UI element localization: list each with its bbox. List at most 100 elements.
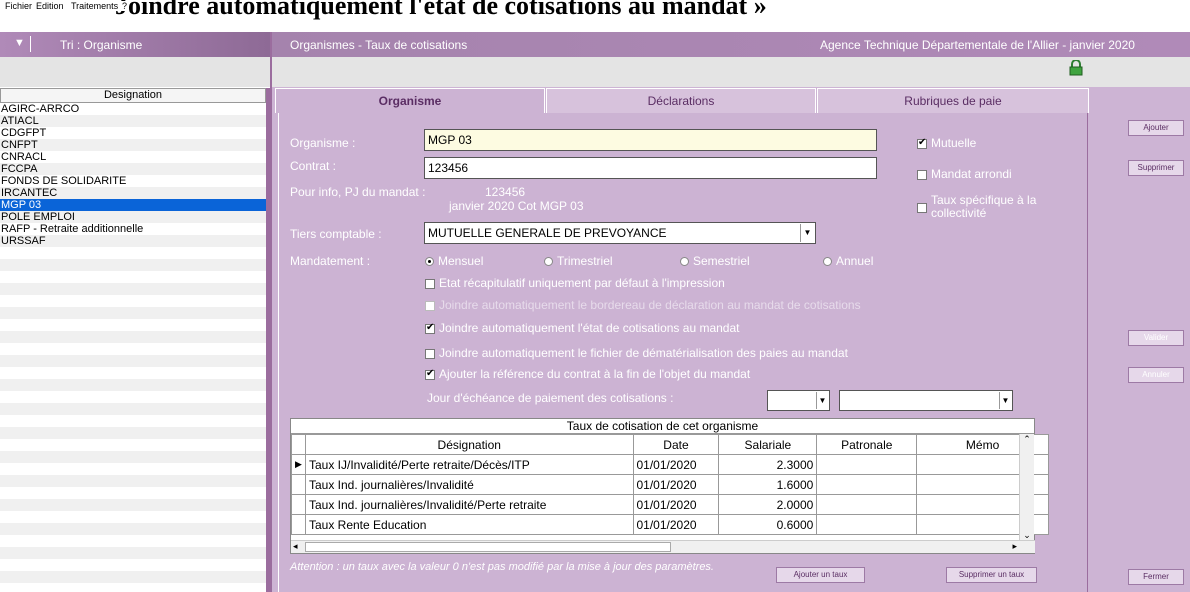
check-bordereau[interactable]: Joindre automatiquement le bordereau de … <box>425 298 861 312</box>
check-mutuelle[interactable]: Mutuelle <box>917 136 976 150</box>
check-etat-cotisations[interactable]: Joindre automatiquement l'état de cotisa… <box>425 321 739 335</box>
table-row[interactable]: ▶ Taux IJ/Invalidité/Perte retraite/Décès… <box>291 454 1049 475</box>
table-cell[interactable]: Taux IJ/Invalidité/Perte retraite/Décès/… <box>304 454 634 475</box>
list-item[interactable]: FONDS DE SOLIDARITE <box>0 175 266 187</box>
scroll-up-icon[interactable]: ⌃ <box>1020 434 1034 445</box>
menu-traitements[interactable]: Traitements <box>70 1 120 11</box>
list-item[interactable] <box>0 427 266 439</box>
menu-fichier[interactable]: Fichier <box>4 1 34 11</box>
radio-mensuel[interactable]: Mensuel <box>425 254 483 268</box>
table-cell[interactable]: Taux Ind. journalières/Invalidité <box>304 474 634 495</box>
vertical-scrollbar[interactable]: ⌃ ⌄ <box>1019 434 1034 541</box>
list-item[interactable]: POLE EMPLOI <box>0 211 266 223</box>
list-item[interactable] <box>0 307 266 319</box>
organism-list[interactable]: AGIRC-ARRCO ATIACL CDGFPT CNFPT CNRACL FCCPA F… <box>0 103 266 592</box>
list-item[interactable] <box>0 475 266 487</box>
list-item[interactable]: MGP 03 <box>0 199 266 211</box>
list-item[interactable]: ATIACL <box>0 115 266 127</box>
col-patronale[interactable]: Patronale <box>816 434 918 455</box>
add-rate-button[interactable]: Ajouter un taux <box>776 567 865 583</box>
table-row[interactable]: Taux Ind. journalières/Invalidité 01/01/2… <box>291 474 1049 495</box>
list-item[interactable] <box>0 511 266 523</box>
chevron-down-icon[interactable]: ▼ <box>999 392 1011 409</box>
col-salariale[interactable]: Salariale <box>718 434 818 455</box>
menu-edition[interactable]: Edition <box>35 1 65 11</box>
organisme-input[interactable]: MGP 03 <box>424 129 877 151</box>
table-cell[interactable]: 01/01/2020 <box>632 474 720 495</box>
list-item[interactable] <box>0 535 266 547</box>
list-item[interactable]: IRCANTEC <box>0 187 266 199</box>
list-item[interactable] <box>0 451 266 463</box>
col-date[interactable]: Date <box>632 434 720 455</box>
validate-button[interactable]: Valider <box>1128 330 1184 346</box>
list-column-header[interactable]: Designation <box>0 88 266 103</box>
radio-trimestriel[interactable]: Trimestriel <box>544 254 613 268</box>
echeance-day-select[interactable]: ▼ <box>767 390 830 411</box>
check-taux-specifique[interactable]: Taux spécifique à la collectivité <box>917 194 1047 220</box>
radio-semestriel[interactable]: Semestriel <box>680 254 750 268</box>
table-row[interactable]: Taux Ind. journalières/Invalidité/Perte … <box>291 494 1049 515</box>
list-item[interactable] <box>0 283 266 295</box>
list-item[interactable]: CNRACL <box>0 151 266 163</box>
table-cell[interactable]: 01/01/2020 <box>632 514 720 535</box>
table-cell[interactable] <box>816 494 918 515</box>
list-item[interactable]: CDGFPT <box>0 127 266 139</box>
table-cell[interactable] <box>816 454 918 475</box>
dropdown-arrow-icon[interactable]: ▼ <box>14 37 25 49</box>
close-button[interactable]: Fermer <box>1128 569 1184 585</box>
contrat-input[interactable]: 123456 <box>424 157 877 179</box>
list-item[interactable] <box>0 343 266 355</box>
add-button[interactable]: Ajouter <box>1128 120 1184 136</box>
list-item[interactable]: URSSAF <box>0 235 266 247</box>
check-dematerialisation[interactable]: Joindre automatiquement le fichier de dé… <box>425 346 848 360</box>
tab-declarations[interactable]: Déclarations <box>546 88 816 113</box>
list-item[interactable] <box>0 367 266 379</box>
delete-rate-button[interactable]: Supprimer un taux <box>946 567 1037 583</box>
table-cell[interactable]: 1.6000 <box>718 474 818 495</box>
list-item[interactable] <box>0 403 266 415</box>
table-cell[interactable]: 2.3000 <box>718 454 818 475</box>
table-cell[interactable]: 01/01/2020 <box>632 454 720 475</box>
table-cell[interactable] <box>816 474 918 495</box>
list-item[interactable]: CNFPT <box>0 139 266 151</box>
list-item[interactable] <box>0 379 266 391</box>
list-item[interactable] <box>0 547 266 559</box>
radio-annuel[interactable]: Annuel <box>823 254 873 268</box>
list-item[interactable] <box>0 463 266 475</box>
rates-table[interactable]: Désignation Date Salariale Patronale Mém… <box>291 434 1049 535</box>
list-item[interactable] <box>0 319 266 331</box>
check-etat-recap[interactable]: Etat récapitulatif uniquement par défaut… <box>425 276 725 290</box>
tiers-select[interactable]: MUTUELLE GENERALE DE PREVOYANCE ▼ <box>424 222 816 244</box>
scroll-left-icon[interactable]: ◂ <box>293 541 298 552</box>
list-item[interactable] <box>0 355 266 367</box>
echeance-month-select[interactable]: ▼ <box>839 390 1013 411</box>
chevron-down-icon[interactable]: ▼ <box>800 224 814 242</box>
check-reference-contrat[interactable]: Ajouter la référence du contrat à la fin… <box>425 367 750 381</box>
col-designation[interactable]: Désignation <box>304 434 634 455</box>
chevron-down-icon[interactable]: ▼ <box>816 392 828 409</box>
tab-rubriques[interactable]: Rubriques de paie <box>817 88 1089 113</box>
scroll-right-icon[interactable]: ▸ <box>1012 541 1017 552</box>
horizontal-scrollbar[interactable]: ◂ ▸ <box>291 540 1035 553</box>
list-item[interactable] <box>0 523 266 535</box>
list-item[interactable]: AGIRC-ARRCO <box>0 103 266 115</box>
list-item[interactable] <box>0 559 266 571</box>
list-item[interactable] <box>0 571 266 583</box>
list-item[interactable] <box>0 271 266 283</box>
menu-help[interactable]: ? <box>121 1 129 11</box>
list-item[interactable] <box>0 499 266 511</box>
sort-header[interactable]: ▼ Tri : Organisme <box>0 32 270 57</box>
table-cell[interactable]: 2.0000 <box>718 494 818 515</box>
check-mandat-arrondi[interactable]: Mandat arrondi <box>917 167 1012 181</box>
list-item[interactable] <box>0 439 266 451</box>
table-cell[interactable]: Taux Ind. journalières/Invalidité/Perte … <box>304 494 634 515</box>
delete-button[interactable]: Supprimer <box>1128 160 1184 176</box>
list-item[interactable] <box>0 415 266 427</box>
list-item[interactable] <box>0 331 266 343</box>
list-item[interactable] <box>0 247 266 259</box>
list-item[interactable] <box>0 391 266 403</box>
list-item[interactable] <box>0 487 266 499</box>
tab-organisme[interactable]: Organisme <box>275 88 545 113</box>
table-row[interactable]: Taux Rente Education 01/01/2020 0.6000 <box>291 514 1049 535</box>
list-item[interactable] <box>0 259 266 271</box>
